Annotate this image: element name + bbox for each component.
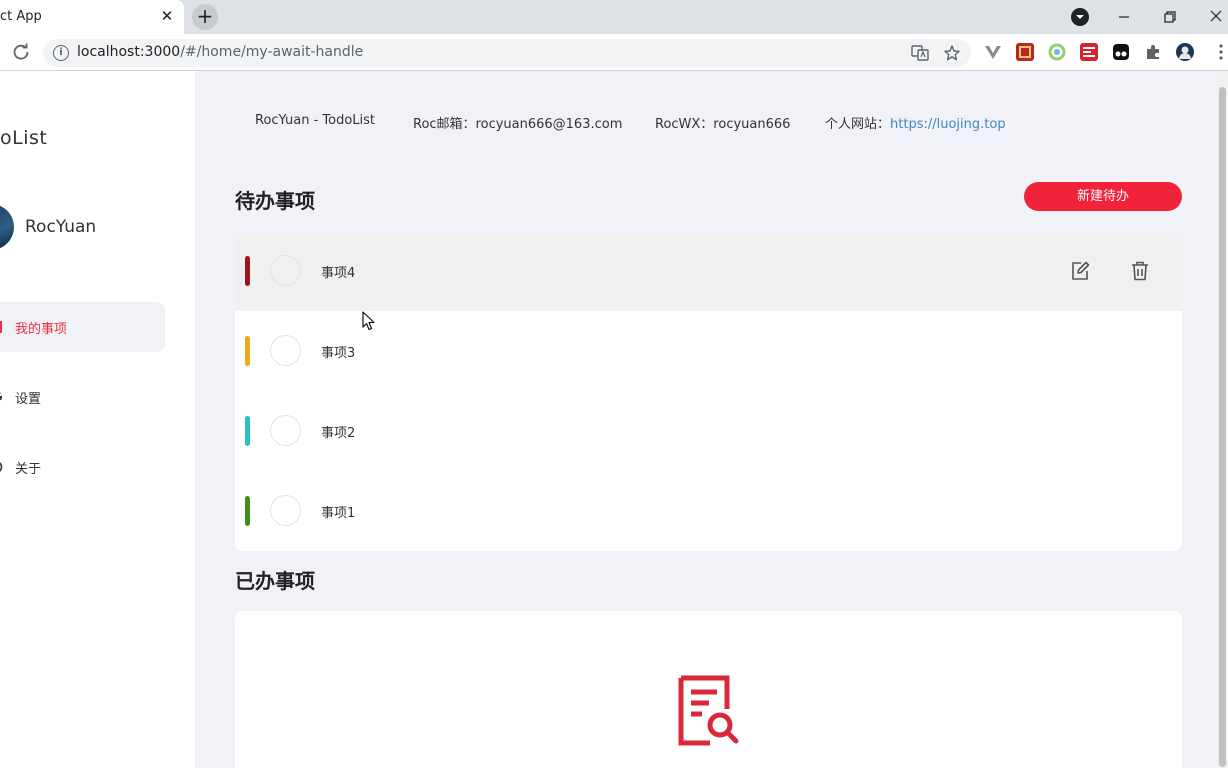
tab-title: ct App	[0, 9, 42, 24]
todo-item[interactable]: 事项2	[235, 391, 1182, 471]
app-name-text: RocYuan - TodoList	[255, 113, 376, 128]
priority-indicator	[245, 256, 250, 286]
website-label: 个人网站：	[825, 117, 891, 132]
todo-label: 事项2	[321, 426, 356, 441]
avatar[interactable]	[0, 204, 14, 250]
sidebar-item-settings[interactable]: 设置	[0, 372, 165, 422]
email-text: Roc邮箱：rocyuan666@163.com	[413, 117, 623, 132]
empty-search-document-icon	[678, 675, 739, 746]
chrome-menu-icon[interactable]	[1212, 43, 1228, 61]
address-bar[interactable]: i localhost:3000/#/home/my-await-handle	[43, 39, 971, 67]
restore-icon[interactable]	[1158, 6, 1182, 28]
edit-icon[interactable]	[1068, 259, 1092, 283]
done-section-title: 已办事项	[235, 569, 315, 593]
fe-helper-icon[interactable]	[1080, 43, 1098, 61]
minimize-icon[interactable]	[1112, 6, 1136, 28]
list-icon	[0, 321, 2, 333]
done-todo-list	[235, 611, 1182, 768]
todo-label: 事项1	[321, 506, 356, 521]
tampermonkey-icon[interactable]	[1112, 43, 1130, 61]
close-window-icon[interactable]	[1204, 6, 1228, 28]
delete-icon[interactable]	[1128, 259, 1152, 283]
page-scrollbar[interactable]	[1217, 71, 1228, 768]
sidebar-item-about[interactable]: 关于	[0, 442, 165, 492]
browser-toolbar: i localhost:3000/#/home/my-await-handle	[0, 34, 1228, 71]
todo-item[interactable]: 事项3	[235, 311, 1182, 391]
wechat-text: RocWX：rocyuan666	[655, 117, 791, 132]
extensions-puzzle-icon[interactable]	[1144, 43, 1162, 61]
pending-section-title: 待办事项	[235, 189, 315, 213]
url-text[interactable]: localhost:3000/#/home/my-await-handle	[77, 44, 363, 60]
new-tab-button[interactable]: +	[192, 4, 218, 30]
todo-item[interactable]: 事项4	[235, 231, 1182, 311]
priority-indicator	[245, 336, 250, 366]
bookmark-star-icon[interactable]	[943, 44, 961, 62]
todo-item[interactable]: 事项1	[235, 471, 1182, 551]
todo-label: 事项4	[321, 266, 356, 281]
complete-checkbox[interactable]	[270, 415, 301, 446]
site-info-icon[interactable]: i	[53, 45, 69, 61]
reload-icon[interactable]	[10, 41, 32, 63]
sidebar-item-label: 设置	[15, 392, 42, 407]
todo-label: 事项3	[321, 346, 356, 361]
scrollbar-thumb[interactable]	[1219, 87, 1226, 767]
sidebar-item-label: 我的事项	[15, 322, 68, 337]
extension-green-icon[interactable]	[1048, 43, 1066, 61]
tab-close-icon[interactable]: ✕	[158, 7, 176, 25]
gear-icon	[0, 392, 2, 402]
app-title: oList	[0, 127, 48, 149]
vue-devtools-icon[interactable]	[984, 43, 1002, 61]
new-todo-button[interactable]: 新建待办	[1024, 182, 1182, 211]
sidebar-item-my-todos[interactable]: 我的事项	[0, 302, 165, 352]
sidebar-item-label: 关于	[15, 462, 42, 477]
info-circle-icon	[0, 462, 3, 472]
complete-checkbox[interactable]	[270, 495, 301, 526]
username: RocYuan	[25, 217, 97, 237]
sidebar: oList RocYuan 我的事项 设置 关于	[0, 71, 195, 768]
user-avatar-icon[interactable]	[1176, 43, 1194, 61]
translate-icon[interactable]	[911, 44, 929, 62]
extension-red-icon[interactable]	[1016, 43, 1034, 61]
pending-todo-list: 事项4 事项3 事项2 事项1	[235, 231, 1182, 551]
browser-tab-bar: ct App ✕ +	[0, 0, 1228, 34]
priority-indicator	[245, 416, 250, 446]
mouse-cursor-icon	[362, 311, 375, 331]
complete-checkbox[interactable]	[270, 335, 301, 366]
website-info: 个人网站：https://luojing.top	[825, 113, 1006, 132]
browser-tab[interactable]: ct App ✕	[0, 0, 184, 34]
website-link[interactable]: https://luojing.top	[890, 117, 1006, 132]
complete-checkbox[interactable]	[270, 255, 301, 286]
priority-indicator	[245, 496, 250, 526]
profile-menu-icon[interactable]	[1068, 6, 1092, 28]
